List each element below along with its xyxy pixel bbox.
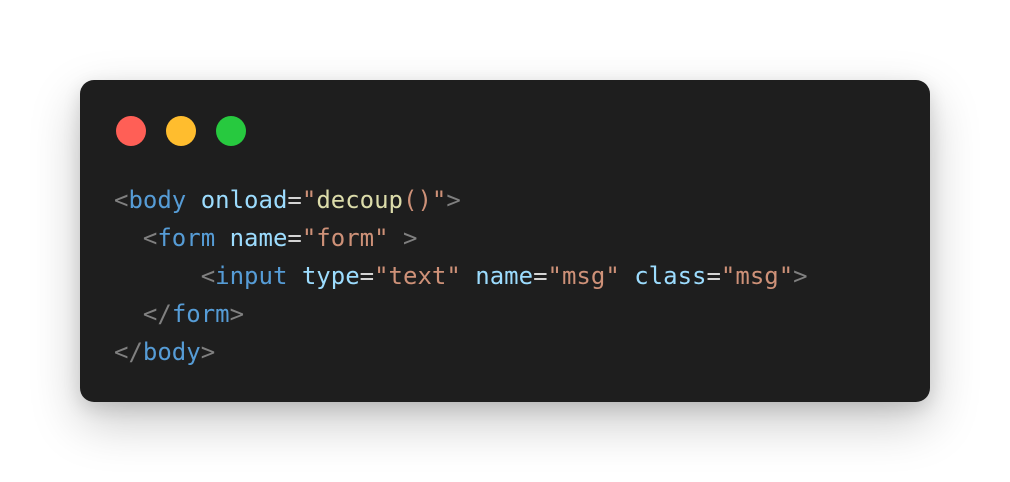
code-token-str: "msg" [547,262,620,290]
code-token-attr: type [301,262,360,290]
code-token-str: " [431,186,447,214]
code-token-punct: < [114,186,129,214]
code-line: <form name="form" > [114,219,808,257]
code-token-str: "form" [301,224,389,252]
code-token-eq: = [706,262,721,290]
close-dot-icon[interactable] [116,116,146,146]
code-window: <body onload="decoup()"> <form name="for… [80,80,930,402]
code-token-tag: form [157,224,216,252]
code-line: </form> [114,295,808,333]
code-token-str: () [403,186,432,214]
code-token-str: "text" [374,262,461,290]
code-token-punct: < [200,262,216,290]
code-token-punct: > [200,338,216,366]
code-line: <input type="text" name="msg" class="msg… [114,257,808,295]
code-token-tag: form [171,300,230,328]
code-line: <body onload="decoup()"> [114,181,808,219]
code-token-eq: = [533,262,548,290]
window-controls [116,116,246,146]
code-token-attr: onload [200,186,288,214]
code-token-attr: name [475,262,534,290]
code-token-fn: decoup [316,186,404,214]
code-token-eq: = [359,262,375,290]
code-token-punct: > [446,186,461,214]
code-token-punct: > [403,224,418,252]
code-token-eq: = [287,186,302,214]
code-token-eq: = [287,224,302,252]
minimize-dot-icon[interactable] [166,116,196,146]
code-line: </body> [114,333,808,371]
code-token-tag: body [128,186,187,214]
code-token-punct: </ [142,300,172,328]
code-token-punct: </ [114,338,143,366]
maximize-dot-icon[interactable] [216,116,246,146]
code-block: <body onload="decoup()"> <form name="for… [114,181,808,371]
code-token-str: "msg" [720,262,794,290]
code-token-str: " [301,186,317,214]
code-token-tag: body [142,338,201,366]
code-token-punct: > [793,262,808,290]
code-token-attr: name [229,224,288,252]
code-token-punct: > [229,300,245,328]
code-token-tag: input [215,262,288,290]
code-token-attr: class [634,262,707,290]
code-token-punct: < [142,224,158,252]
